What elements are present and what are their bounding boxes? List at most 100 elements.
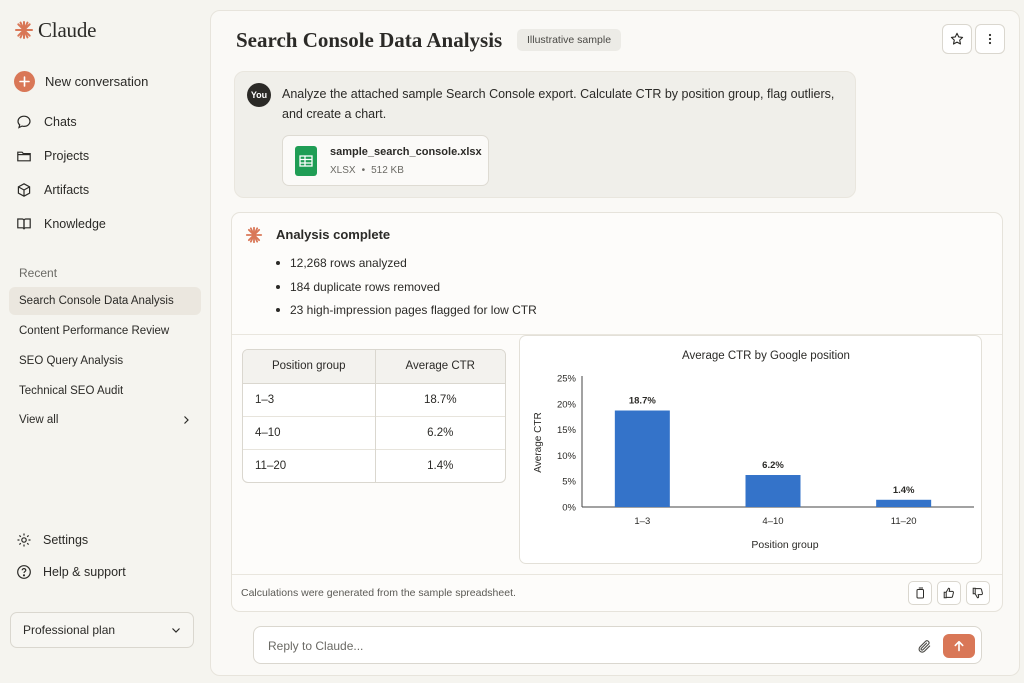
page-title: Search Console Data Analysis: [236, 28, 503, 52]
folder-icon: [17, 151, 31, 162]
app-name: Claude: [38, 17, 97, 42]
arrow-up-icon: [954, 640, 964, 652]
sidebar-item-chats[interactable]: Chats: [16, 111, 77, 133]
table-row: 11–20 1.4%: [243, 448, 505, 482]
thumbs-down-icon: [972, 587, 983, 599]
reply-box: [253, 626, 982, 664]
table-cell: 18.7%: [423, 393, 457, 406]
list-item: 23 high-impression pages flagged for low…: [276, 303, 537, 327]
chart-title: Average CTR by Google position: [682, 350, 850, 362]
y-tick-label: 25%: [557, 374, 577, 385]
y-tick-label: 0%: [562, 503, 576, 514]
attach-button[interactable]: [914, 636, 934, 656]
settings-label: Settings: [43, 533, 89, 547]
x-tick-label: 1–3: [634, 516, 650, 527]
logo[interactable]: Claude: [14, 18, 96, 42]
sample-badge: Illustrative sample: [517, 29, 622, 51]
more-vertical-icon: [988, 33, 992, 45]
attachment-meta: XLSX • 512 KB: [330, 165, 404, 176]
assistant-message: Analysis complete 12,268 rows analyzed 1…: [231, 212, 1003, 612]
list-item: 12,268 rows analyzed: [276, 256, 537, 280]
table-cell: 1.4%: [375, 448, 505, 482]
assistant-title: Analysis complete: [276, 227, 391, 242]
y-tick-label: 5%: [562, 477, 576, 488]
y-tick-label: 10%: [557, 451, 577, 462]
claude-spark-icon: [15, 21, 33, 39]
help-support-link[interactable]: Help & support: [16, 561, 126, 583]
x-axis-label: Position group: [751, 539, 818, 551]
book-icon: [17, 218, 31, 230]
table-row: 1–3 18.7%: [243, 383, 505, 416]
claude-spark-icon: [245, 226, 263, 244]
divider: [232, 574, 1002, 575]
star-button[interactable]: [942, 24, 972, 54]
copy-button[interactable]: [908, 581, 932, 605]
table-header: Average CTR: [375, 350, 505, 384]
bar: [614, 410, 670, 507]
plan-selector[interactable]: Professional plan: [10, 612, 194, 648]
data-label: 18.7%: [629, 396, 656, 407]
user-message-text: Analyze the attached sample Search Conso…: [282, 87, 835, 121]
attachment-size: 512 KB: [371, 165, 404, 176]
recent-item-search-console[interactable]: Search Console Data Analysis: [9, 287, 201, 315]
table-cell: 11–20: [243, 448, 376, 482]
reply-input[interactable]: [268, 636, 888, 656]
ctr-chart: Average CTR by Google position 0% 5% 10% 15%…: [519, 335, 982, 564]
settings-link[interactable]: Settings: [16, 529, 88, 551]
footer-note: Calculations were generated from the sam…: [241, 587, 516, 599]
recent-heading: Recent: [19, 266, 58, 280]
table-cell: 4–10: [243, 415, 376, 449]
user-avatar: You: [247, 83, 271, 107]
copy-icon: [916, 587, 924, 599]
x-tick-label: 11–20: [891, 516, 917, 527]
sidebar-item-label: Artifacts: [44, 183, 90, 197]
thumbs-down-button[interactable]: [966, 581, 990, 605]
data-label: 1.4%: [893, 485, 915, 496]
plan-label: Professional plan: [23, 623, 116, 637]
sidebar-item-projects[interactable]: Projects: [16, 145, 89, 167]
view-all-label: View all: [19, 414, 59, 426]
recent-item-content-performance[interactable]: Content Performance Review: [9, 317, 201, 345]
table-header: Position group: [243, 350, 376, 384]
bar: [876, 499, 932, 507]
sidebar-item-label: Chats: [44, 115, 77, 129]
table-header-row: Position group Average CTR: [243, 350, 505, 384]
sidebar-item-label: Projects: [44, 149, 90, 163]
star-icon: [950, 32, 964, 45]
chat-bubble-icon: [17, 115, 31, 129]
table-row: 4–10 6.2%: [243, 415, 505, 449]
cube-icon: [17, 183, 31, 197]
new-conversation-label: New conversation: [45, 73, 149, 89]
send-button[interactable]: [943, 634, 975, 658]
help-support-label: Help & support: [43, 565, 126, 579]
view-all-link[interactable]: View all: [9, 406, 201, 434]
more-options-button[interactable]: [975, 24, 1005, 54]
y-tick-label: 15%: [557, 425, 577, 436]
table-cell: 6.2%: [375, 415, 505, 449]
sidebar-item-knowledge[interactable]: Knowledge: [16, 213, 106, 235]
spreadsheet-icon: [295, 146, 317, 176]
sidebar-item-artifacts[interactable]: Artifacts: [16, 179, 89, 201]
attachment-name: sample_search_console.xlsx: [330, 146, 482, 158]
plus-icon: [14, 70, 35, 92]
thumbs-up-button[interactable]: [937, 581, 961, 605]
chevron-down-icon: [172, 628, 180, 633]
summary-list: 12,268 rows analyzed 184 duplicate rows …: [276, 256, 537, 327]
attachment-type: XLSX: [330, 165, 356, 176]
help-circle-icon: [17, 565, 31, 579]
recent-item-seo-query[interactable]: SEO Query Analysis: [9, 347, 201, 375]
sidebar: Claude New conversation Chats Projects A…: [0, 0, 210, 683]
bar: [745, 475, 801, 507]
list-item: 184 duplicate rows removed: [276, 280, 537, 304]
attachment-separator: •: [361, 165, 366, 176]
new-conversation-button[interactable]: New conversation: [14, 69, 148, 93]
attachment-card[interactable]: sample_search_console.xlsx XLSX • 512 KB: [282, 135, 489, 186]
ctr-table: Position group Average CTR 1–3 18.7% 4–1…: [242, 349, 506, 483]
y-axis-label: Average CTR: [533, 412, 544, 472]
chevron-right-icon: [184, 416, 189, 424]
gear-icon: [17, 533, 31, 547]
table-cell: 1–3: [243, 383, 376, 416]
recent-item-technical-seo[interactable]: Technical SEO Audit: [9, 377, 201, 405]
sidebar-item-label: Knowledge: [44, 217, 106, 231]
y-tick-label: 20%: [557, 399, 577, 410]
